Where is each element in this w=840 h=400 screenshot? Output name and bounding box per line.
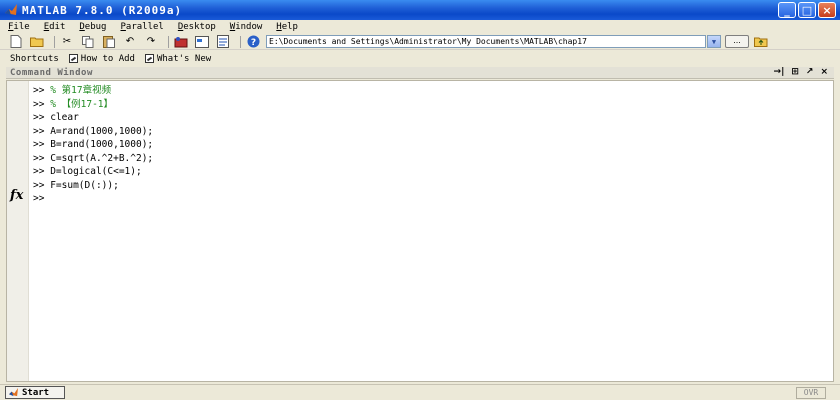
prompt-marker: >> xyxy=(33,179,45,191)
minimize-button[interactable]: _ xyxy=(778,2,796,18)
command-text: F=sum(D(:)); xyxy=(50,179,119,191)
command-text: A=rand(1000,1000); xyxy=(50,125,154,137)
prompt-marker: >> xyxy=(33,152,45,164)
command-line: >> xyxy=(33,192,153,206)
close-button[interactable]: × xyxy=(818,2,836,18)
shortcut-how-to-add[interactable]: How to Add xyxy=(68,53,135,64)
command-window[interactable]: fx >> % 第17章视频 >> % 【例17-1】 >> clear >> A=r… xyxy=(6,80,834,382)
command-line: >> A=rand(1000,1000); xyxy=(33,125,153,139)
copy-icon[interactable] xyxy=(80,35,96,49)
command-text: C=sqrt(A.^2+B.^2); xyxy=(50,152,154,164)
help-icon[interactable]: ? xyxy=(245,35,261,49)
browse-folder-button[interactable]: ... xyxy=(725,35,749,48)
menu-help[interactable]: Help xyxy=(276,22,298,32)
shortcut-arrow-icon xyxy=(144,54,154,63)
matlab-logo-icon xyxy=(5,4,17,15)
command-window-header: Command Window →| ⊞ ↗ × xyxy=(6,67,834,79)
close-panel-icon[interactable]: × xyxy=(820,67,828,77)
redo-icon[interactable]: ↷ xyxy=(143,35,159,49)
shortcut-arrow-icon xyxy=(68,54,78,63)
svg-text:?: ? xyxy=(250,38,255,48)
window-controls: _ □ × xyxy=(778,2,836,18)
undock-icon[interactable]: ↗ xyxy=(806,67,814,77)
menu-debug[interactable]: Debug xyxy=(79,22,106,32)
menu-file[interactable]: File xyxy=(8,22,30,32)
toolbar-separator xyxy=(54,35,55,48)
prompt-marker: >> xyxy=(33,98,45,110)
start-button[interactable]: Start xyxy=(5,386,65,399)
shortcut-whats-new[interactable]: What's New xyxy=(144,53,212,64)
menu-desktop[interactable]: Desktop xyxy=(178,22,216,32)
shortcuts-label[interactable]: Shortcuts xyxy=(10,54,59,64)
comment-text: % 第17章视频 xyxy=(50,85,112,96)
command-window-title: Command Window xyxy=(10,67,93,78)
command-text: clear xyxy=(50,112,79,123)
paste-icon[interactable] xyxy=(101,35,117,49)
guide-icon[interactable] xyxy=(194,35,210,49)
undo-icon[interactable]: ↶ xyxy=(122,35,138,49)
simulink-icon[interactable] xyxy=(173,35,189,49)
command-text: D=logical(C<=1); xyxy=(50,166,142,177)
whats-new-label: What's New xyxy=(156,53,212,64)
prompt-marker: >> xyxy=(33,193,45,204)
cut-icon[interactable]: ✂ xyxy=(59,35,75,49)
command-line: >> B=rand(1000,1000); xyxy=(33,138,153,152)
command-window-gutter: fx xyxy=(7,81,29,381)
dock-arrow-icon[interactable]: →| xyxy=(774,67,785,77)
matlab-logo-icon xyxy=(9,388,18,397)
command-line: >> D=logical(C<=1); xyxy=(33,165,153,179)
current-folder-input[interactable]: E:\Documents and Settings\Administrator\… xyxy=(266,35,706,48)
command-lines: >> % 第17章视频 >> % 【例17-1】 >> clear >> A=rand… xyxy=(33,84,153,206)
menu-parallel[interactable]: Parallel xyxy=(120,22,163,32)
menu-bar: File Edit Debug Parallel Desktop Window … xyxy=(0,20,840,34)
shortcuts-bar: Shortcuts How to Add What's New xyxy=(0,51,840,66)
command-window-controls: →| ⊞ ↗ × xyxy=(774,67,828,77)
command-line: >> C=sqrt(A.^2+B.^2); xyxy=(33,152,153,166)
profiler-icon[interactable] xyxy=(215,35,231,49)
prompt-marker: >> xyxy=(33,112,45,123)
how-to-add-label: How to Add xyxy=(80,53,135,64)
maximize-button[interactable]: □ xyxy=(798,2,816,18)
open-folder-icon[interactable] xyxy=(29,35,45,49)
command-text: B=rand(1000,1000); xyxy=(50,139,154,150)
title-bar[interactable]: MATLAB 7.8.0 (R2009a) _ □ × xyxy=(0,0,840,20)
prompt-marker: >> xyxy=(33,125,45,137)
command-line: >> clear xyxy=(33,111,153,125)
prompt-marker: >> xyxy=(33,85,45,96)
window-title: MATLAB 7.8.0 (R2009a) xyxy=(22,3,183,17)
status-bar: Start OVR xyxy=(0,384,840,400)
prompt-marker: >> xyxy=(33,139,45,150)
toolbar: ✂ ↶ ↷ ? E:\Documents and Settings\Admini… xyxy=(0,34,840,50)
folder-dropdown-button[interactable]: ▼ xyxy=(707,35,721,48)
toolbar-separator xyxy=(240,35,241,48)
menu-window[interactable]: Window xyxy=(230,22,263,32)
overwrite-indicator: OVR xyxy=(796,387,826,399)
prompt-marker: >> xyxy=(33,166,45,177)
maximize-panel-icon[interactable]: ⊞ xyxy=(791,67,799,77)
start-label: Start xyxy=(22,387,50,398)
menu-edit[interactable]: Edit xyxy=(44,22,66,32)
comment-text: % 【例17-1】 xyxy=(50,98,114,110)
function-browser-icon[interactable]: fx xyxy=(10,188,23,203)
command-line: >> % 第17章视频 xyxy=(33,84,153,98)
toolbar-separator xyxy=(168,35,169,48)
command-line: >> % 【例17-1】 xyxy=(33,98,153,112)
new-file-icon[interactable] xyxy=(8,35,24,49)
command-line: >> F=sum(D(:)); xyxy=(33,179,153,193)
up-folder-icon[interactable] xyxy=(753,35,769,48)
